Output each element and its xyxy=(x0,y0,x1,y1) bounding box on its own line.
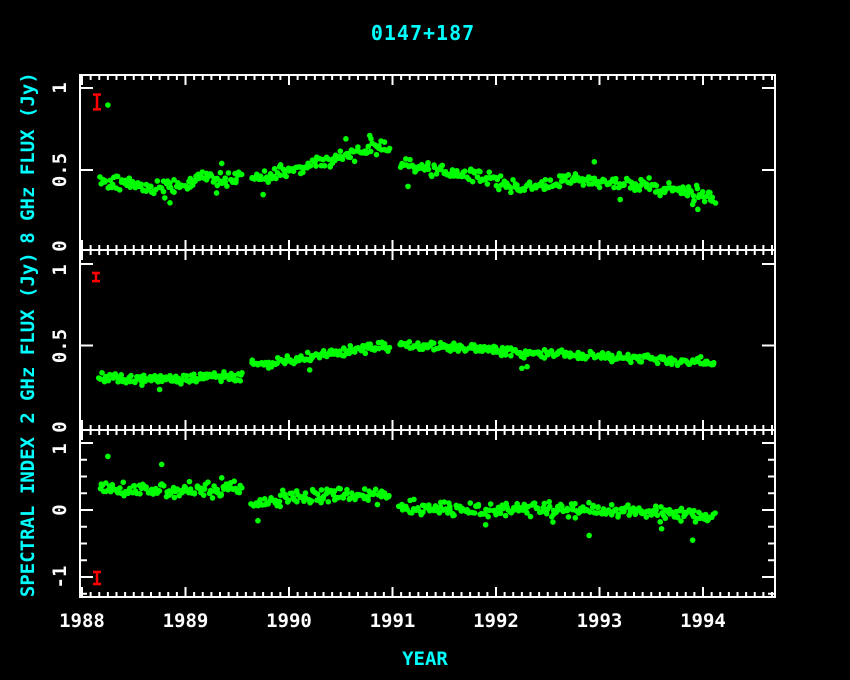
plot-window: 0147+187 8 GHz FLUX (Jy) 2 GHz FLUX (Jy)… xyxy=(0,0,850,680)
light-curve-plot-canvas xyxy=(0,0,850,680)
